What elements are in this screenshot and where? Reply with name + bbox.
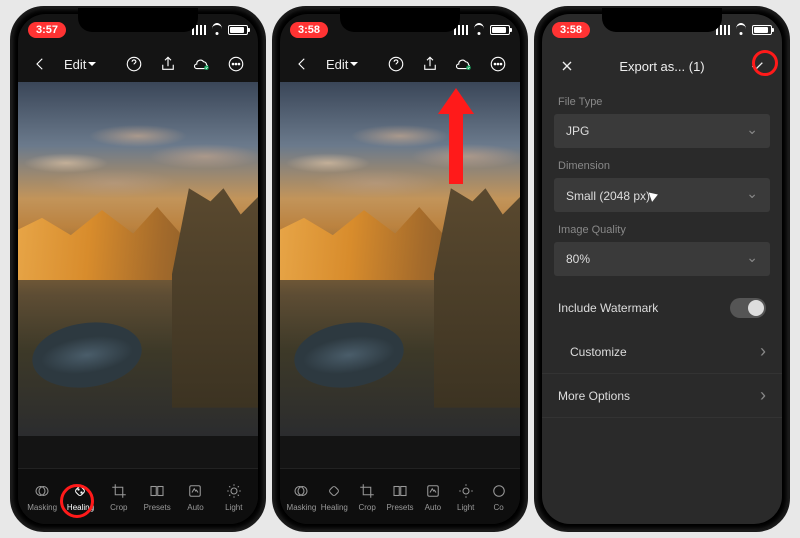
confirm-button[interactable] xyxy=(746,55,768,77)
tool-light[interactable]: Light xyxy=(450,478,481,516)
battery-icon xyxy=(490,25,510,35)
battery-icon xyxy=(752,25,772,35)
customize-label: Customize xyxy=(570,345,627,359)
help-icon[interactable] xyxy=(386,54,406,74)
export-header: Export as... (1) xyxy=(542,46,782,86)
tool-label: Healing xyxy=(67,503,94,512)
notch xyxy=(78,8,198,32)
tool-healing[interactable]: Healing xyxy=(319,478,350,516)
more-icon[interactable] xyxy=(226,54,246,74)
customize-row[interactable]: Customize xyxy=(542,330,782,374)
phone-middle: 3:58 Edit Masking Healin xyxy=(272,6,528,532)
chevron-down-icon xyxy=(746,123,758,140)
battery-icon xyxy=(228,25,248,35)
quality-select[interactable]: 80% xyxy=(554,242,770,276)
cloud-sync-icon[interactable] xyxy=(454,54,474,74)
tool-label: Auto xyxy=(187,503,203,512)
tool-masking[interactable]: Masking xyxy=(24,478,60,516)
more-options-row[interactable]: More Options xyxy=(542,374,782,418)
quality-label: Image Quality xyxy=(542,214,782,240)
tool-label: Crop xyxy=(110,503,127,512)
mode-dropdown[interactable]: Edit xyxy=(64,57,96,72)
top-bar: Edit xyxy=(280,46,520,82)
tool-masking[interactable]: Masking xyxy=(286,478,317,516)
back-button[interactable] xyxy=(30,54,50,74)
tool-label: Masking xyxy=(27,503,57,512)
tool-crop[interactable]: Crop xyxy=(352,478,383,516)
more-options-label: More Options xyxy=(558,389,630,403)
watermark-toggle[interactable] xyxy=(730,298,766,318)
photo-canvas[interactable] xyxy=(18,82,258,436)
tool-light[interactable]: Light xyxy=(216,478,252,516)
wifi-icon xyxy=(472,25,486,35)
tool-label: Masking xyxy=(287,503,317,512)
dimension-label: Dimension xyxy=(542,150,782,176)
share-icon[interactable] xyxy=(420,54,440,74)
tool-auto[interactable]: Auto xyxy=(417,478,448,516)
notch xyxy=(340,8,460,32)
time-pill: 3:58 xyxy=(290,22,328,38)
tool-label: Co xyxy=(493,503,503,512)
top-bar: Edit xyxy=(18,46,258,82)
wifi-icon xyxy=(734,25,748,35)
bottom-toolbar: Masking Healing Crop Presets Auto Light … xyxy=(280,468,520,524)
help-icon[interactable] xyxy=(124,54,144,74)
watermark-label: Include Watermark xyxy=(558,301,658,315)
tool-label: Presets xyxy=(144,503,171,512)
tool-color[interactable]: Co xyxy=(483,478,514,516)
tool-label: Light xyxy=(225,503,242,512)
back-button[interactable] xyxy=(292,54,312,74)
more-icon[interactable] xyxy=(488,54,508,74)
wifi-icon xyxy=(210,25,224,35)
file-type-select[interactable]: JPG xyxy=(554,114,770,148)
tool-presets[interactable]: Presets xyxy=(385,478,416,516)
chevron-down-icon xyxy=(746,187,758,204)
tool-label: Crop xyxy=(358,503,375,512)
tool-auto[interactable]: Auto xyxy=(177,478,213,516)
tool-label: Auto xyxy=(425,503,441,512)
chevron-right-icon xyxy=(760,341,766,362)
tool-label: Presets xyxy=(386,503,413,512)
close-button[interactable] xyxy=(556,55,578,77)
phone-right: 3:58 Export as... (1) File Type JPG Dime… xyxy=(534,6,790,532)
share-icon[interactable] xyxy=(158,54,178,74)
chevron-right-icon xyxy=(760,385,766,406)
chevron-down-icon xyxy=(746,251,758,268)
phone-left: 3:57 Edit Masking Healin xyxy=(10,6,266,532)
tool-crop[interactable]: Crop xyxy=(101,478,137,516)
dimension-select[interactable]: Small (2048 px) xyxy=(554,178,770,212)
tool-label: Light xyxy=(457,503,474,512)
cloud-sync-icon[interactable] xyxy=(192,54,212,74)
cursor-icon xyxy=(650,190,660,202)
tool-healing[interactable]: Healing xyxy=(62,478,98,516)
file-type-value: JPG xyxy=(566,124,589,138)
notch xyxy=(602,8,722,32)
time-pill: 3:58 xyxy=(552,22,590,38)
file-type-label: File Type xyxy=(542,86,782,112)
tool-presets[interactable]: Presets xyxy=(139,478,175,516)
quality-value: 80% xyxy=(566,252,590,266)
export-title: Export as... (1) xyxy=(619,59,704,74)
photo-canvas[interactable] xyxy=(280,82,520,436)
time-pill: 3:57 xyxy=(28,22,66,38)
mode-dropdown[interactable]: Edit xyxy=(326,57,358,72)
watermark-row[interactable]: Include Watermark xyxy=(542,286,782,330)
dimension-value: Small (2048 px) xyxy=(566,189,650,203)
bottom-toolbar: Masking Healing Crop Presets Auto Light xyxy=(18,468,258,524)
tool-label: Healing xyxy=(321,503,348,512)
